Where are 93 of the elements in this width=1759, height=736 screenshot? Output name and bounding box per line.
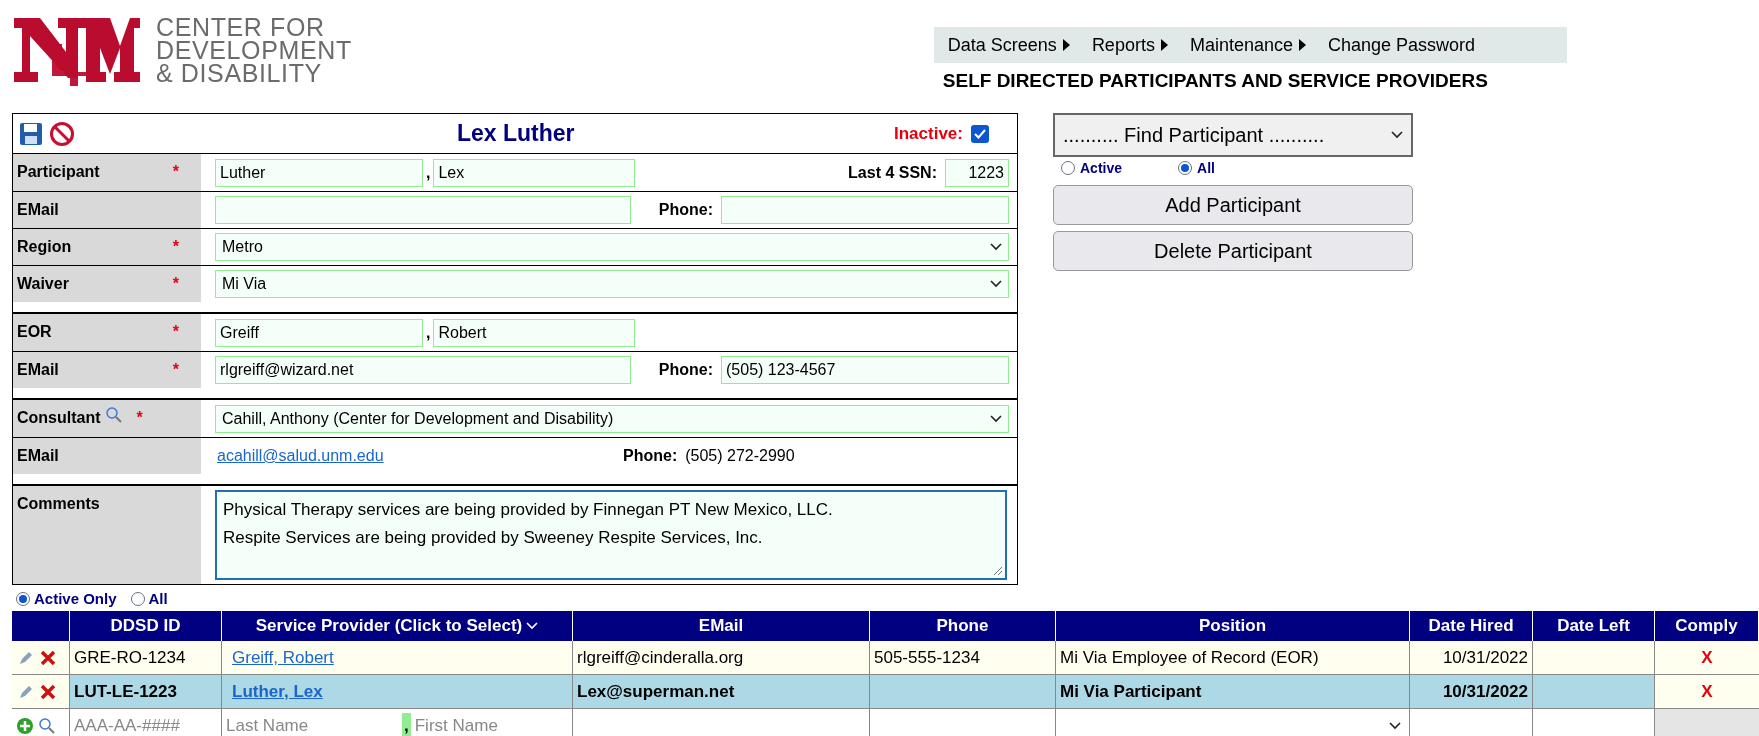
cancel-icon[interactable]: [49, 120, 75, 147]
email-link[interactable]: acahill@salud.unm.edu: [217, 444, 623, 468]
required-mark: *: [172, 238, 179, 255]
field-label: Waiver: [17, 274, 69, 294]
phone-value: (505) 272-2990: [685, 446, 795, 466]
radio-label: All: [148, 588, 168, 609]
field-label: EMail: [17, 446, 59, 466]
chevron-down-icon: [526, 622, 539, 630]
comment-line: Physical Therapy services are being provided by Finnegan PT New Mexico, LLC.: [223, 499, 834, 521]
select-field[interactable]: Metro: [215, 233, 1009, 261]
find-participant-select[interactable]: .......... Find Participant ..........: [1053, 113, 1413, 157]
search-icon[interactable]: [104, 406, 123, 424]
comments-field[interactable]: Physical Therapy services are being provided by Finnegan PT New Mexico, LLC. Respite Services are being provided by Sweeney Respite Services, Inc.: [215, 490, 1007, 580]
search-icon[interactable]: [38, 717, 56, 735]
menu-item[interactable]: Reports: [1091, 31, 1168, 59]
ssn-label: Last 4 SSN:: [848, 162, 937, 183]
comma: ,: [426, 162, 431, 183]
menu-item[interactable]: Data Screens: [947, 31, 1070, 59]
phone-field[interactable]: (505) 123-4567: [721, 356, 1009, 384]
first-name-field[interactable]: Robert: [433, 318, 636, 347]
phone-field[interactable]: [721, 196, 1009, 224]
field-label: Participant: [17, 162, 100, 182]
comment-line: Respite Services are being provided by Sweeney Respite Services, Inc.: [223, 527, 764, 549]
email-field[interactable]: [215, 196, 631, 224]
radio-label: Active: [1080, 158, 1123, 178]
resize-grip-icon: [991, 564, 1003, 576]
table-cell: Mi Via Employee of Record (EOR): [1056, 641, 1410, 674]
select-field[interactable]: Mi Via: [215, 270, 1009, 298]
radio-button[interactable]: [1061, 161, 1075, 175]
save-icon[interactable]: [19, 121, 43, 146]
provider-link[interactable]: Greiff, Robert: [232, 644, 334, 671]
pencil-icon[interactable]: [18, 683, 34, 700]
field-label: Comments: [17, 494, 100, 514]
table-cell: 10/31/2022: [1410, 641, 1533, 674]
close-icon[interactable]: [40, 683, 56, 700]
chevron-down-icon: [1389, 722, 1401, 730]
table-cell: GRE-RO-1234: [70, 641, 222, 674]
first-name-field[interactable]: Lex: [433, 158, 636, 187]
comply-mark: X: [1655, 675, 1759, 708]
add-icon[interactable]: [16, 717, 34, 735]
required-mark: *: [172, 361, 179, 378]
provider-link[interactable]: Luther, Lex: [232, 678, 323, 705]
radio-button[interactable]: [130, 592, 145, 606]
field-label: EMail: [17, 360, 59, 380]
last-name-field[interactable]: Luther: [215, 158, 423, 187]
radio-button[interactable]: [1178, 161, 1193, 175]
required-mark: *: [172, 163, 179, 180]
phone-label: Phone:: [623, 446, 678, 466]
phone-label: Phone:: [658, 360, 713, 380]
table-cell: 10/31/2022: [1410, 675, 1533, 708]
comma: ,: [426, 322, 431, 343]
table-cell: Lex@superman.net: [573, 675, 870, 708]
action-button[interactable]: Add Participant: [1053, 185, 1413, 225]
table-cell: Mi Via Participant: [1056, 675, 1410, 708]
menu-item[interactable]: Change Password: [1328, 31, 1476, 59]
inactive-label: Inactive:: [894, 122, 963, 145]
org-name-line: DEVELOPMENT: [156, 38, 352, 62]
chevron-down-icon: [990, 280, 1002, 288]
participant-name: Lex Luther: [457, 119, 575, 149]
field-label: Consultant: [17, 408, 101, 428]
chevron-down-icon: [1391, 131, 1403, 139]
comma: ,: [402, 713, 411, 736]
required-mark: *: [172, 323, 179, 340]
table-cell: 505-555-1234: [870, 641, 1056, 674]
radio-label: Active Only: [34, 588, 117, 609]
field-label: EMail: [17, 200, 59, 220]
field-label: EOR: [17, 322, 52, 342]
required-mark: *: [136, 409, 143, 426]
last-name-field[interactable]: Last Name: [222, 713, 402, 736]
action-button[interactable]: Delete Participant: [1053, 231, 1413, 271]
page-title: SELF DIRECTED PARTICIPANTS AND SERVICE PROVIDERS: [941, 69, 1489, 93]
email-field[interactable]: rlgreiff@wizard.net: [215, 356, 631, 384]
field-label: Region: [17, 237, 72, 257]
chevron-down-icon: [990, 243, 1002, 251]
org-name-line: & DISABILITY: [156, 61, 322, 85]
table-row[interactable]: LUT-LE-1223 Luther, Lex Lex@superman.net Mi Via Participant 10/31/2022 X: [12, 675, 1759, 709]
close-icon[interactable]: [40, 649, 56, 666]
ddsd-id-field[interactable]: AAA-AA-####: [70, 709, 222, 736]
last-name-field[interactable]: Greiff: [215, 318, 423, 347]
select-field[interactable]: Cahill, Anthony (Center for Development and Disability): [215, 404, 1009, 433]
table-row[interactable]: GRE-RO-1234 Greiff, Robert rlgreiff@cinderalla.org 505-555-1234 Mi Via Employee of Record (EOR) 10/31/2022 X: [12, 641, 1759, 675]
radio-label: All: [1197, 158, 1215, 178]
table-cell: LUT-LE-1223: [70, 675, 222, 708]
menu-item[interactable]: Maintenance: [1189, 31, 1306, 59]
table-cell: rlgreiff@cinderalla.org: [573, 641, 870, 674]
phone-label: Phone:: [658, 200, 713, 220]
required-mark: *: [172, 275, 179, 292]
chevron-down-icon: [990, 414, 1002, 423]
radio-button[interactable]: [16, 592, 30, 606]
org-name-line: CENTER FOR: [156, 15, 326, 39]
ssn-field[interactable]: 1223: [945, 158, 1009, 187]
pencil-icon[interactable]: [18, 649, 34, 666]
first-name-field[interactable]: First Name: [410, 713, 561, 736]
